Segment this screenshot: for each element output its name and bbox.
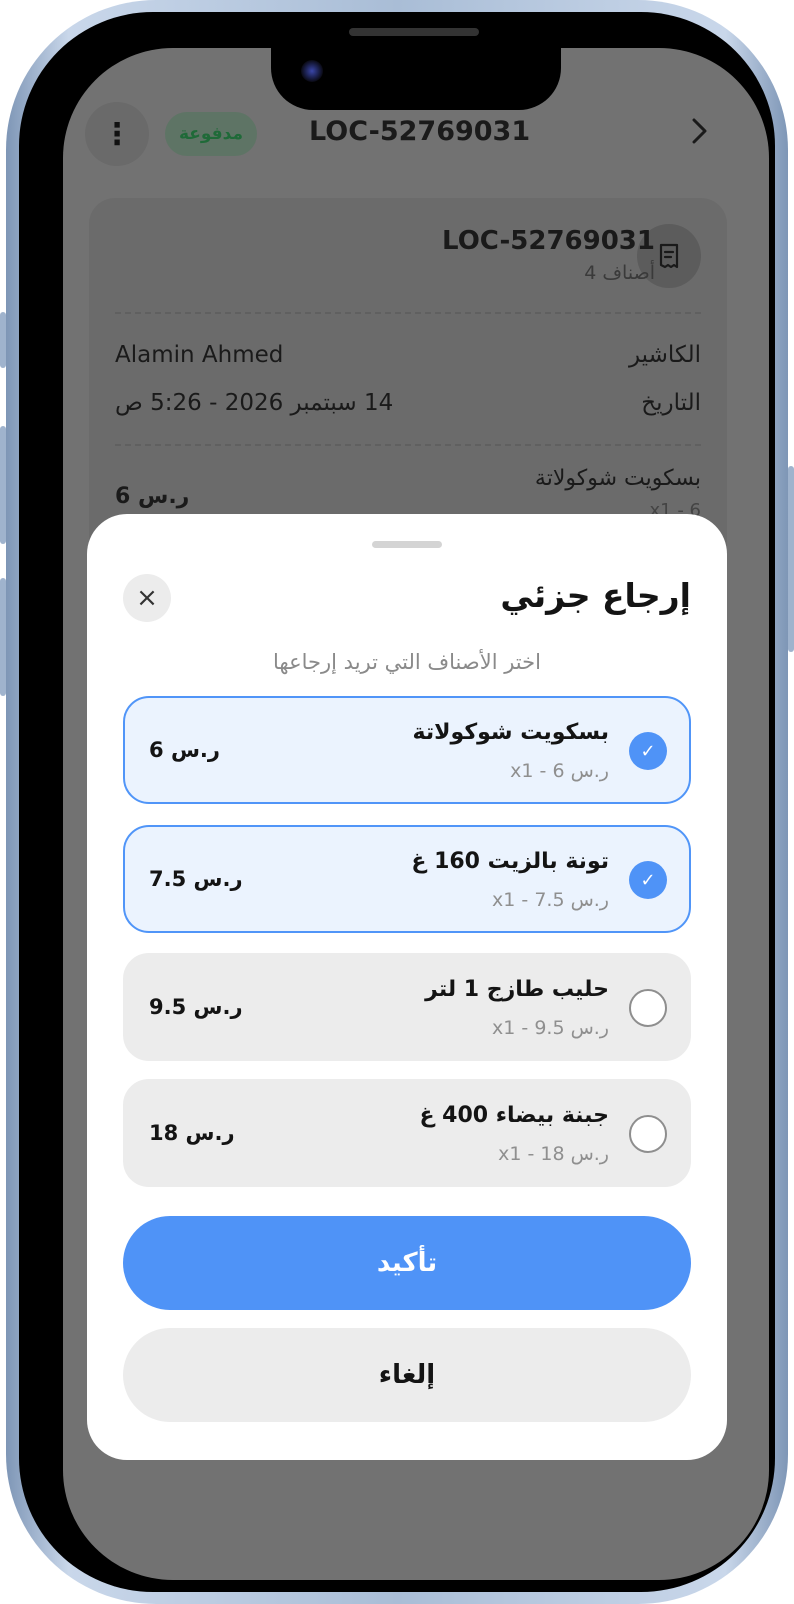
back-button[interactable] [689, 116, 711, 154]
checkbox-unchecked-icon[interactable] [629, 1115, 667, 1153]
volume-down-button [0, 578, 6, 696]
action-button [0, 312, 6, 368]
cashier-label: الكاشير [628, 342, 701, 368]
volume-up-button [0, 426, 6, 544]
order-id: LOC-52769031 [442, 226, 655, 256]
chevron-right-icon [692, 118, 707, 144]
divider [115, 444, 701, 446]
phone-bezel: ⋮ مدفوعة LOC-52769031 LOC-52769031 4 أصن… [19, 12, 775, 1592]
date-value: 14 سبتمبر 2026 - 5:26 ص [115, 390, 394, 416]
item-quantity-price: x1 - 6 ر.س [510, 760, 609, 782]
item-quantity-price: x1 - 18 ر.س [498, 1143, 609, 1165]
item-quantity-price: x1 - 7.5 ر.س [492, 889, 609, 911]
close-icon: × [136, 583, 158, 613]
divider [115, 312, 701, 314]
more-vertical-icon: ⋮ [102, 116, 132, 152]
bg-item-price: 6 ر.س [115, 484, 190, 509]
item-price: 18 ر.س [149, 1121, 235, 1145]
cancel-button[interactable]: إلغاء [123, 1328, 691, 1422]
bg-item-name: بسكويت شوكولاتة [534, 466, 701, 491]
cashier-value: Alamin Ahmed [115, 342, 284, 368]
item-quantity-price: x1 - 9.5 ر.س [492, 1017, 609, 1039]
item-price: 7.5 ر.س [149, 867, 243, 891]
partial-refund-sheet: × إرجاع جزئي اختر الأصناف التي تريد إرجا… [87, 514, 727, 1460]
notch [271, 48, 561, 110]
close-button[interactable]: × [123, 574, 171, 622]
item-price: 9.5 ر.س [149, 995, 243, 1019]
status-badge: مدفوعة [165, 112, 257, 156]
sheet-subtitle: اختر الأصناف التي تريد إرجاعها [273, 650, 541, 674]
date-label: التاريخ [641, 390, 701, 416]
screen: ⋮ مدفوعة LOC-52769031 LOC-52769031 4 أصن… [63, 48, 769, 1580]
refund-item-row[interactable]: جبنة بيضاء 400 غ x1 - 18 ر.س 18 ر.س [123, 1079, 691, 1187]
checkbox-checked-icon[interactable]: ✓ [629, 732, 667, 770]
refund-item-row[interactable]: حليب طازج 1 لتر x1 - 9.5 ر.س 9.5 ر.س [123, 953, 691, 1061]
refund-item-row[interactable]: ✓ تونة بالزيت 160 غ x1 - 7.5 ر.س 7.5 ر.س [123, 825, 691, 933]
items-count: 4 أصناف [584, 262, 655, 284]
sheet-title: إرجاع جزئي [500, 576, 691, 615]
drag-handle[interactable] [372, 541, 442, 548]
checkbox-unchecked-icon[interactable] [629, 989, 667, 1027]
page-title: LOC-52769031 [309, 116, 531, 147]
speaker-grille [349, 28, 479, 36]
more-menu-button[interactable]: ⋮ [85, 102, 149, 166]
refund-item-row[interactable]: ✓ بسكويت شوكولاتة x1 - 6 ر.س 6 ر.س [123, 696, 691, 804]
item-name: جبنة بيضاء 400 غ [419, 1103, 609, 1128]
checkbox-checked-icon[interactable]: ✓ [629, 861, 667, 899]
item-price: 6 ر.س [149, 738, 220, 762]
item-name: بسكويت شوكولاتة [412, 720, 609, 745]
item-name: حليب طازج 1 لتر [425, 977, 609, 1002]
item-name: تونة بالزيت 160 غ [411, 849, 609, 874]
camera-icon [301, 60, 323, 82]
power-button [788, 466, 794, 652]
confirm-button[interactable]: تأكيد [123, 1216, 691, 1310]
